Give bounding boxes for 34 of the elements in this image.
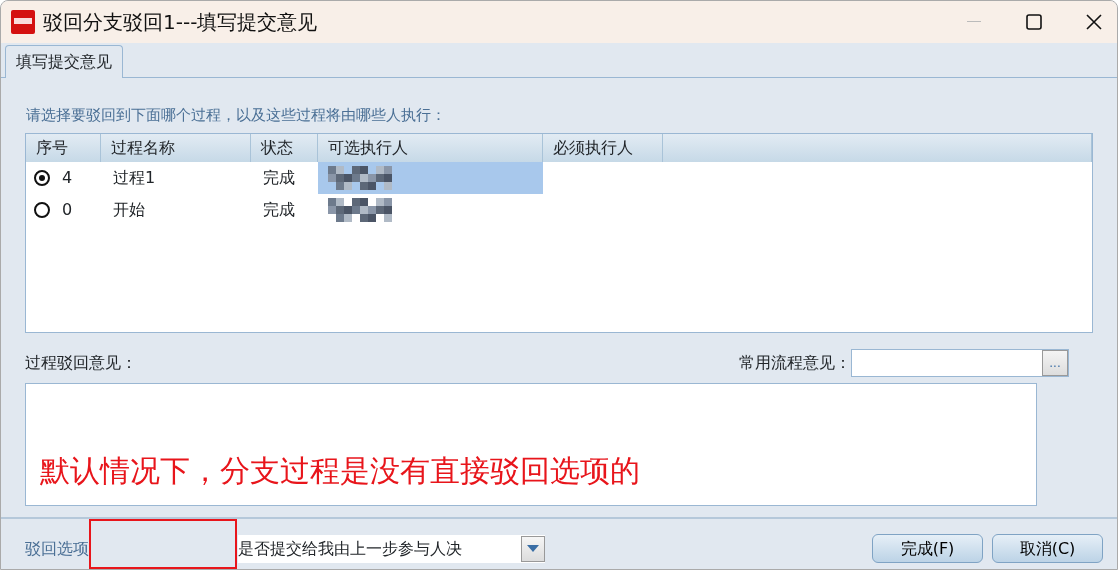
instruction-text: 请选择要驳回到下面哪个过程，以及这些过程将由哪些人执行： (26, 105, 447, 126)
table-cell: 过程1 (113, 167, 156, 187)
annotation-text: 默认情况下，分支过程是没有直接驳回选项的 (40, 451, 640, 490)
column-header[interactable]: 可选执行人 (318, 133, 543, 162)
reject-option-label: 驳回选项 (25, 537, 89, 560)
radio-button[interactable] (34, 169, 50, 186)
dialog-button[interactable]: 完成(F) (872, 534, 983, 564)
table-cell-text: 4 (62, 166, 73, 189)
pixelated-name-drawing (328, 165, 392, 190)
opinion-text-area[interactable]: 默认情况下，分支过程是没有直接驳回选项的 (25, 382, 1037, 506)
common-opinion-field[interactable]: ... (851, 348, 1069, 377)
table-cell: 完成 (263, 199, 295, 219)
pixelated-name-drawing (328, 197, 392, 222)
column-header[interactable]: 状态 (251, 133, 318, 162)
browse-button[interactable]: ... (1042, 349, 1068, 376)
column-header[interactable]: 序号 (26, 133, 101, 162)
app-logo-icon (11, 10, 35, 34)
window-title: 驳回分支驳回1---填写提交意见 (43, 9, 318, 36)
opinion-label: 过程驳回意见： (25, 351, 137, 374)
dialog-button[interactable]: 取消(C) (992, 534, 1103, 564)
table-cell: 开始 (113, 199, 145, 219)
reject-option-dropdown[interactable]: 是否提交给我由上一步参与人决 (238, 534, 545, 563)
radio-button[interactable] (34, 201, 50, 218)
table-cell: 完成 (263, 167, 295, 187)
table-cell-text: 0 (62, 198, 73, 221)
column-header[interactable]: 过程名称 (101, 133, 251, 162)
maximize-icon (1026, 14, 1042, 30)
close-icon (1086, 14, 1102, 30)
minimize-icon (967, 21, 981, 23)
tab[interactable]: 填写提交意见 (5, 45, 123, 78)
common-opinion-label: 常用流程意见： (739, 351, 851, 374)
dropdown-arrow-icon (527, 545, 539, 553)
dropdown-value: 是否提交给我由上一步参与人决 (238, 537, 463, 560)
column-header[interactable]: 必须执行人 (543, 133, 663, 162)
